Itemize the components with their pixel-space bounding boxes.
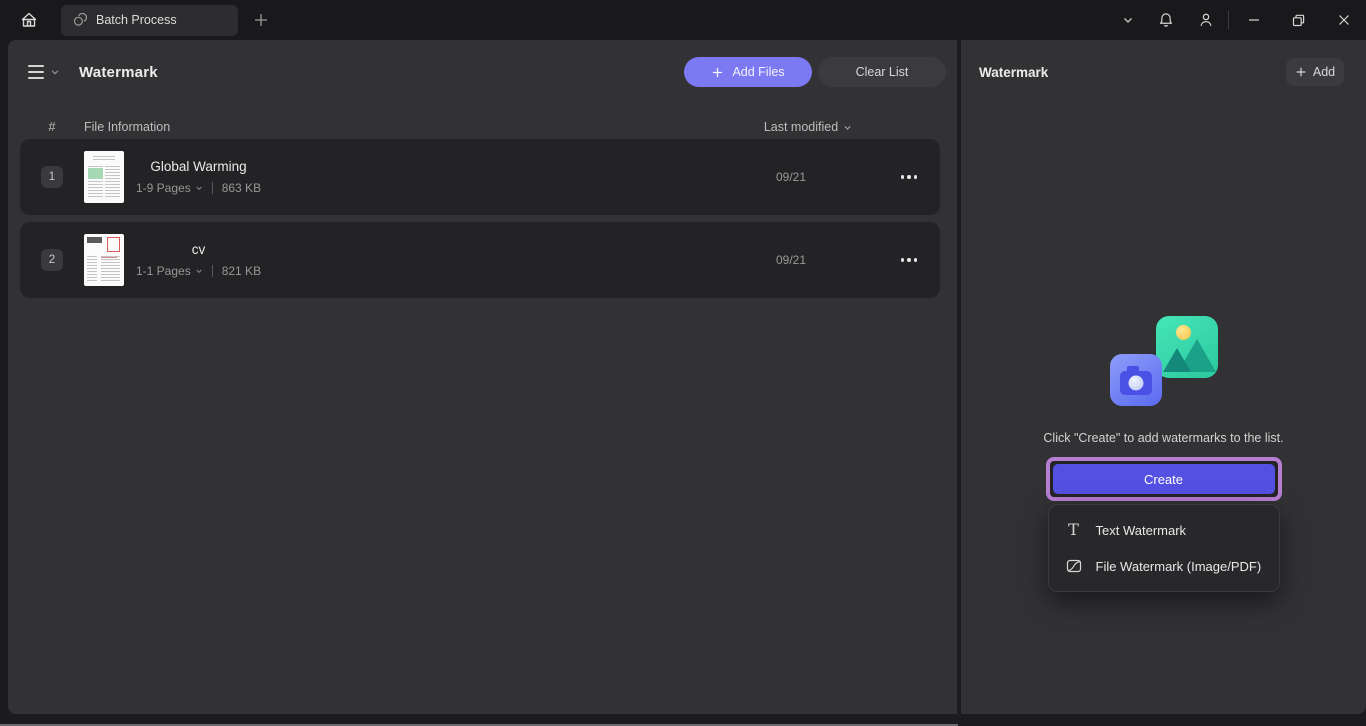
minimize-icon [1247, 13, 1261, 27]
plus-icon [1295, 66, 1307, 78]
batch-file-list-panel: Watermark Add Files Clear List # File In… [8, 40, 957, 714]
file-index-badge: 1 [41, 166, 63, 188]
file-index-badge: 2 [41, 249, 63, 271]
add-files-button[interactable]: Add Files [684, 57, 812, 87]
home-button[interactable] [14, 5, 44, 35]
file-thumbnail [84, 234, 124, 286]
file-size: 821 KB [222, 264, 261, 278]
restore-button[interactable] [1276, 0, 1321, 40]
page-range-label: 1-1 Pages [136, 264, 191, 278]
left-panel-header: Watermark Add Files Clear List [8, 40, 957, 101]
create-hint-text: Click "Create" to add watermarks to the … [961, 431, 1366, 445]
file-row-global-warming[interactable]: 1 Global Warming 1-9 Pages [20, 139, 940, 215]
file-watermark-icon [1065, 557, 1083, 575]
plus-icon [711, 66, 724, 79]
clear-list-label: Clear List [856, 65, 909, 79]
menu-item-file-watermark[interactable]: File Watermark (Image/PDF) [1049, 548, 1279, 584]
image-icon [1156, 316, 1218, 378]
titlebar-divider [1228, 11, 1229, 29]
watermark-settings-panel: Watermark Add Click "Create" to add wate… [961, 40, 1366, 714]
column-header-number: # [20, 120, 84, 134]
plus-icon [253, 12, 269, 28]
file-modified-date: 09/21 [716, 253, 866, 267]
file-row-cv[interactable]: 2 cv 1-1 Pages [20, 222, 940, 298]
main-content: Watermark Add Files Clear List # File In… [8, 40, 1366, 714]
chevron-down-icon [195, 267, 203, 275]
file-name: Global Warming [150, 159, 246, 174]
add-label: Add [1313, 65, 1335, 79]
menu-item-label: File Watermark (Image/PDF) [1096, 559, 1262, 574]
sort-by-last-modified[interactable]: Last modified [733, 120, 883, 134]
minimize-button[interactable] [1231, 0, 1276, 40]
file-more-options-button[interactable] [892, 162, 926, 192]
batch-process-icon [73, 13, 87, 27]
chevron-down-icon [843, 123, 852, 132]
add-files-label: Add Files [732, 65, 784, 79]
chevron-down-icon [195, 184, 203, 192]
page-range-label: 1-9 Pages [136, 181, 191, 195]
window-titlebar: Batch Process [0, 0, 1366, 40]
page-range-selector[interactable]: 1-9 Pages [136, 181, 203, 195]
create-button[interactable]: Create [1053, 464, 1275, 494]
new-tab-button[interactable] [246, 5, 276, 35]
add-watermark-button[interactable]: Add [1286, 58, 1344, 86]
close-icon [1337, 13, 1351, 27]
home-icon [19, 10, 39, 30]
camera-icon [1110, 354, 1162, 406]
meta-divider [212, 182, 213, 194]
chevron-down-icon [1122, 14, 1134, 26]
notifications-button[interactable] [1146, 0, 1186, 40]
file-more-options-button[interactable] [892, 245, 926, 275]
create-dropdown-menu: T Text Watermark File Watermark (Image/P… [1048, 504, 1280, 592]
tab-batch-process[interactable]: Batch Process [61, 5, 238, 36]
file-thumbnail [84, 151, 124, 203]
page-title: Watermark [79, 64, 158, 81]
watermark-panel-title: Watermark [979, 65, 1048, 80]
chevron-down-icon [50, 67, 60, 77]
titlebar-dropdown-button[interactable] [1110, 0, 1146, 40]
column-header-file-information: File Information [84, 120, 733, 134]
text-watermark-icon: T [1065, 522, 1083, 538]
file-modified-date: 09/21 [716, 170, 866, 184]
menu-item-label: Text Watermark [1096, 523, 1187, 538]
tab-label: Batch Process [96, 13, 177, 27]
person-icon [1197, 11, 1215, 29]
meta-divider [212, 265, 213, 277]
menu-item-text-watermark[interactable]: T Text Watermark [1049, 512, 1279, 548]
create-button-highlight-ring: Create [1046, 457, 1282, 501]
file-size: 863 KB [222, 181, 261, 195]
file-table-header: # File Information Last modified [8, 115, 957, 139]
clear-list-button[interactable]: Clear List [818, 57, 946, 87]
close-button[interactable] [1321, 0, 1366, 40]
hamburger-menu-icon [28, 65, 44, 79]
page-range-selector[interactable]: 1-1 Pages [136, 264, 203, 278]
restore-icon [1291, 13, 1306, 28]
account-button[interactable] [1186, 0, 1226, 40]
watermark-empty-state-illustration [1110, 316, 1218, 406]
bell-icon [1157, 11, 1175, 29]
file-name: cv [192, 242, 206, 257]
tool-menu-button[interactable] [28, 65, 60, 79]
last-modified-label: Last modified [764, 120, 838, 134]
